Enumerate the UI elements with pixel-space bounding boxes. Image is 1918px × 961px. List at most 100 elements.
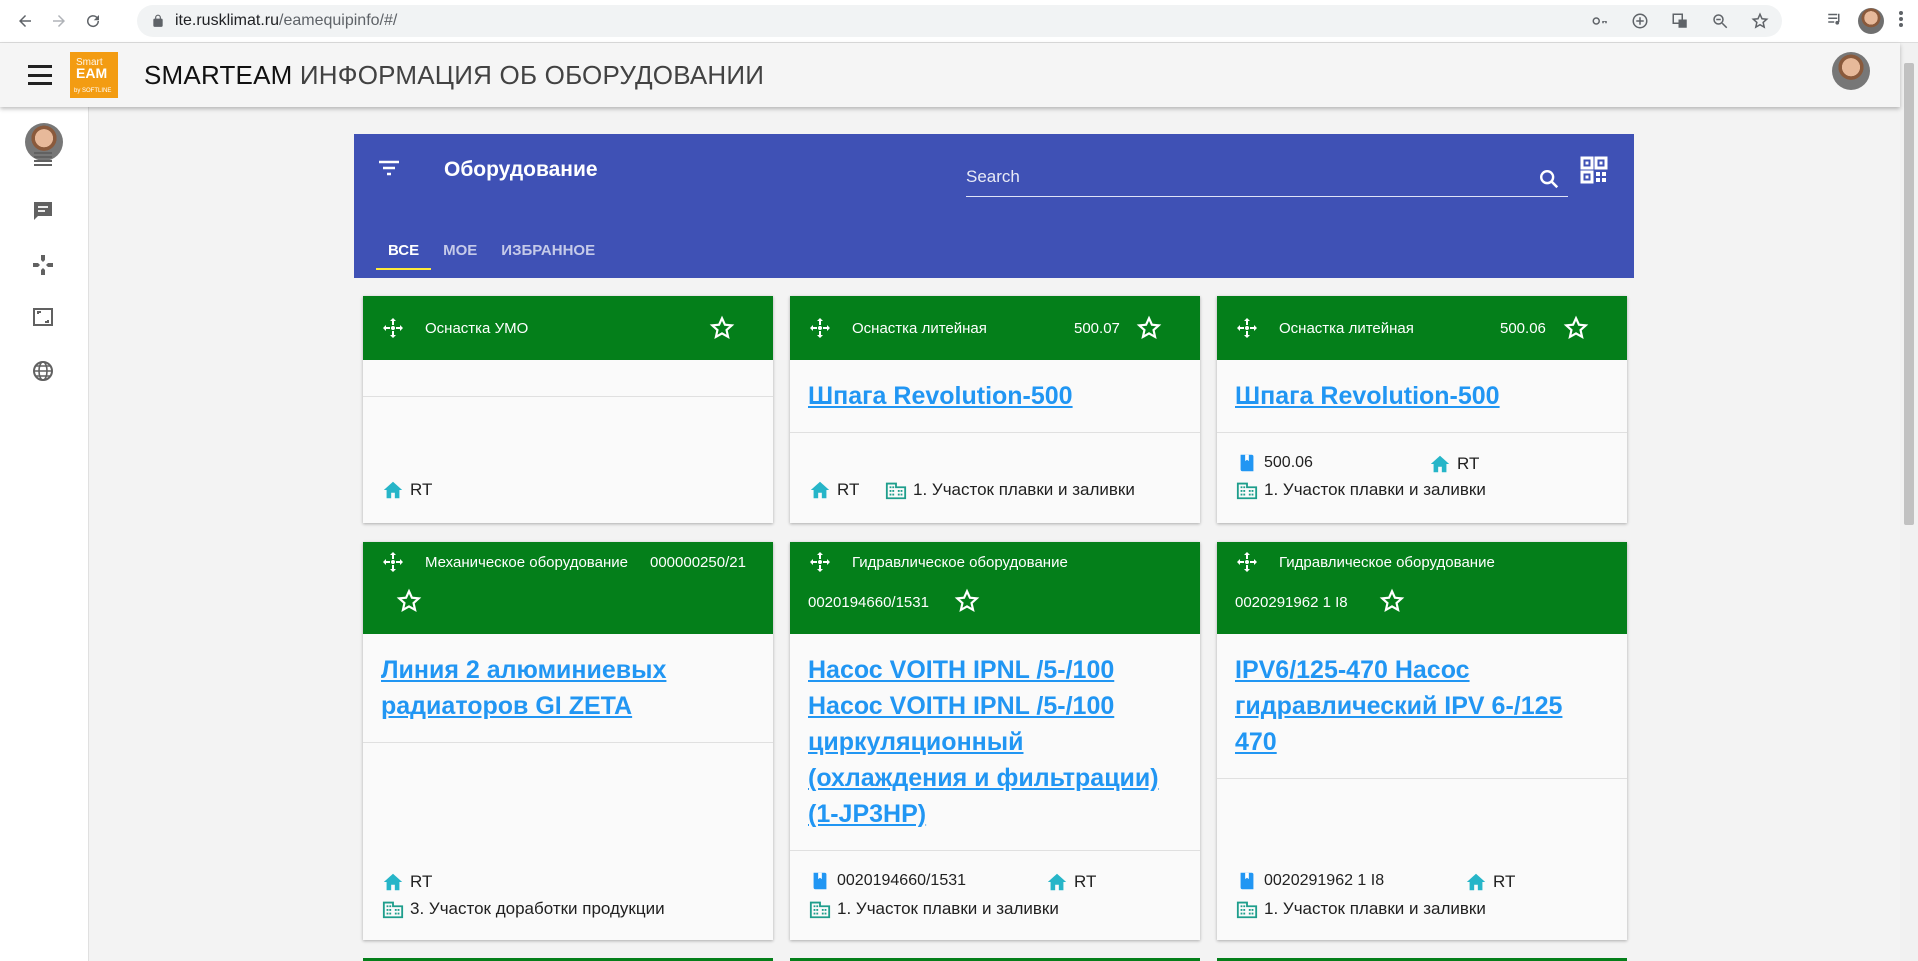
card-divider xyxy=(1217,432,1627,433)
menu-dots-icon[interactable] xyxy=(1898,10,1904,33)
home-icon xyxy=(1047,873,1067,891)
book-icon xyxy=(813,872,827,890)
card-area: 1. Участок плавки и заливки xyxy=(809,898,1059,920)
card-divider xyxy=(1217,778,1627,779)
card-header: Гидравлическое оборудование 0020291962 1… xyxy=(1217,542,1627,634)
move-icon[interactable] xyxy=(1235,550,1259,574)
building-icon xyxy=(382,901,404,919)
back-icon[interactable] xyxy=(8,4,42,38)
zoom-icon[interactable] xyxy=(1708,9,1732,33)
card-code: 000000250/21 xyxy=(650,554,746,571)
lock-icon xyxy=(153,14,163,27)
page-scrollbar[interactable] xyxy=(1900,43,1918,961)
app-title: SMARTEAM ИНФОРМАЦИЯ ОБ ОБОРУДОВАНИИ xyxy=(144,59,765,90)
sidebar xyxy=(0,107,89,961)
forward-icon[interactable] xyxy=(42,4,76,38)
home-icon xyxy=(383,873,403,891)
search-input[interactable] xyxy=(966,163,1526,191)
page-title: Оборудование xyxy=(444,158,598,181)
add-icon[interactable] xyxy=(1628,9,1652,33)
gamepad-icon[interactable] xyxy=(31,253,55,277)
search-icon[interactable] xyxy=(1538,168,1560,190)
header-avatar[interactable] xyxy=(1832,52,1870,90)
equipment-card: Гидравлическое оборудование 0020194660/1… xyxy=(790,542,1200,940)
card-divider xyxy=(363,396,773,397)
card-code: 500.06 xyxy=(1500,320,1546,337)
card-header: Оснастка литейная 500.07 xyxy=(790,296,1200,360)
card-inventory: 0020291962 1 I8 xyxy=(1236,870,1384,892)
tab-all[interactable]: ВСЕ xyxy=(376,222,432,278)
move-icon[interactable] xyxy=(1235,316,1259,340)
reload-icon[interactable] xyxy=(76,4,110,38)
key-icon[interactable] xyxy=(1588,9,1612,33)
card-code: 0020194660/1531 xyxy=(808,594,929,611)
building-icon xyxy=(885,482,907,500)
card-divider xyxy=(790,432,1200,433)
search-field xyxy=(966,158,1568,197)
favorite-star-icon[interactable] xyxy=(954,588,980,614)
equipment-toolbar: Оборудование ВСЕ МОЕ ИЗБРАННОЕ xyxy=(354,134,1634,278)
card-code: 0020291962 1 I8 xyxy=(1235,594,1348,611)
move-icon[interactable] xyxy=(381,550,405,574)
book-icon xyxy=(1240,872,1254,890)
card-location: RT xyxy=(382,871,432,893)
card-category: Механическое оборудование xyxy=(425,554,628,571)
card-category: Оснастка литейная xyxy=(852,320,987,337)
globe-icon[interactable] xyxy=(31,359,55,383)
url-text: ite.rusklimat.ru/eamequipinfo/#/ xyxy=(175,12,398,29)
card-title-link[interactable]: Линия 2 алюминиевых радиаторов GI ZETA xyxy=(381,652,761,724)
home-icon xyxy=(1430,455,1450,473)
card-title-link[interactable]: Насос VOITH IPNL /5-/100 Насос VOITH IPN… xyxy=(808,652,1188,832)
building-icon xyxy=(1236,901,1258,919)
favorite-star-icon[interactable] xyxy=(396,588,422,614)
list-icon[interactable] xyxy=(31,147,55,171)
translate-icon[interactable] xyxy=(1668,9,1692,33)
tab-favorites[interactable]: ИЗБРАННОЕ xyxy=(489,222,607,278)
building-icon xyxy=(1236,482,1258,500)
favorite-star-icon[interactable] xyxy=(1379,588,1405,614)
card-location: RT xyxy=(809,479,859,501)
home-icon xyxy=(810,481,830,499)
tab-mine[interactable]: МОЕ xyxy=(431,222,489,278)
comment-icon[interactable] xyxy=(31,199,55,223)
favorite-star-icon[interactable] xyxy=(1136,315,1162,341)
favorite-star-icon[interactable] xyxy=(1563,315,1589,341)
qr-code-icon[interactable] xyxy=(1580,156,1608,184)
home-icon xyxy=(1466,873,1486,891)
media-icon[interactable] xyxy=(1826,10,1844,33)
favorite-star-icon[interactable] xyxy=(709,315,735,341)
app-header: Smart EAM by SOFTLINE SMARTEAM ИНФОРМАЦИ… xyxy=(0,43,1900,107)
home-icon xyxy=(383,481,403,499)
card-header: Механическое оборудование 000000250/21 xyxy=(363,542,773,634)
card-location: RT xyxy=(1465,871,1515,893)
card-location: RT xyxy=(382,479,432,501)
card-title-link[interactable]: IPV6/125-470 Насос гидравлический IPV 6-… xyxy=(1235,652,1615,760)
hamburger-icon[interactable] xyxy=(28,65,52,85)
card-area: 1. Участок плавки и заливки xyxy=(1236,898,1486,920)
card-category: Гидравлическое оборудование xyxy=(852,554,1068,571)
move-icon[interactable] xyxy=(381,316,405,340)
card-code: 500.07 xyxy=(1074,320,1120,337)
move-icon[interactable] xyxy=(808,316,832,340)
profile-avatar[interactable] xyxy=(1858,8,1884,34)
card-category: Оснастка УМО xyxy=(425,320,529,337)
card-divider xyxy=(363,742,773,743)
card-area: 3. Участок доработки продукции xyxy=(382,898,665,920)
address-bar[interactable]: ite.rusklimat.ru/eamequipinfo/#/ xyxy=(137,5,1782,37)
card-header: Гидравлическое оборудование 0020194660/1… xyxy=(790,542,1200,634)
star-icon[interactable] xyxy=(1748,9,1772,33)
card-title-link[interactable]: Шпага Revolution-500 xyxy=(1235,378,1615,414)
expand-icon[interactable] xyxy=(31,305,55,329)
card-category: Оснастка литейная xyxy=(1279,320,1414,337)
card-location: RT xyxy=(1046,871,1096,893)
scrollbar-thumb[interactable] xyxy=(1904,63,1914,525)
card-header: Оснастка литейная 500.06 xyxy=(1217,296,1627,360)
browser-toolbar: ite.rusklimat.ru/eamequipinfo/#/ xyxy=(0,0,1918,43)
card-title-link[interactable]: Шпага Revolution-500 xyxy=(808,378,1188,414)
move-icon[interactable] xyxy=(808,550,832,574)
card-header: Оснастка УМО xyxy=(363,296,773,360)
filter-icon[interactable] xyxy=(378,160,400,176)
app-logo: Smart EAM by SOFTLINE xyxy=(70,52,118,98)
card-divider xyxy=(790,850,1200,851)
equipment-card: Оснастка литейная 500.07 Шпага Revolutio… xyxy=(790,296,1200,523)
